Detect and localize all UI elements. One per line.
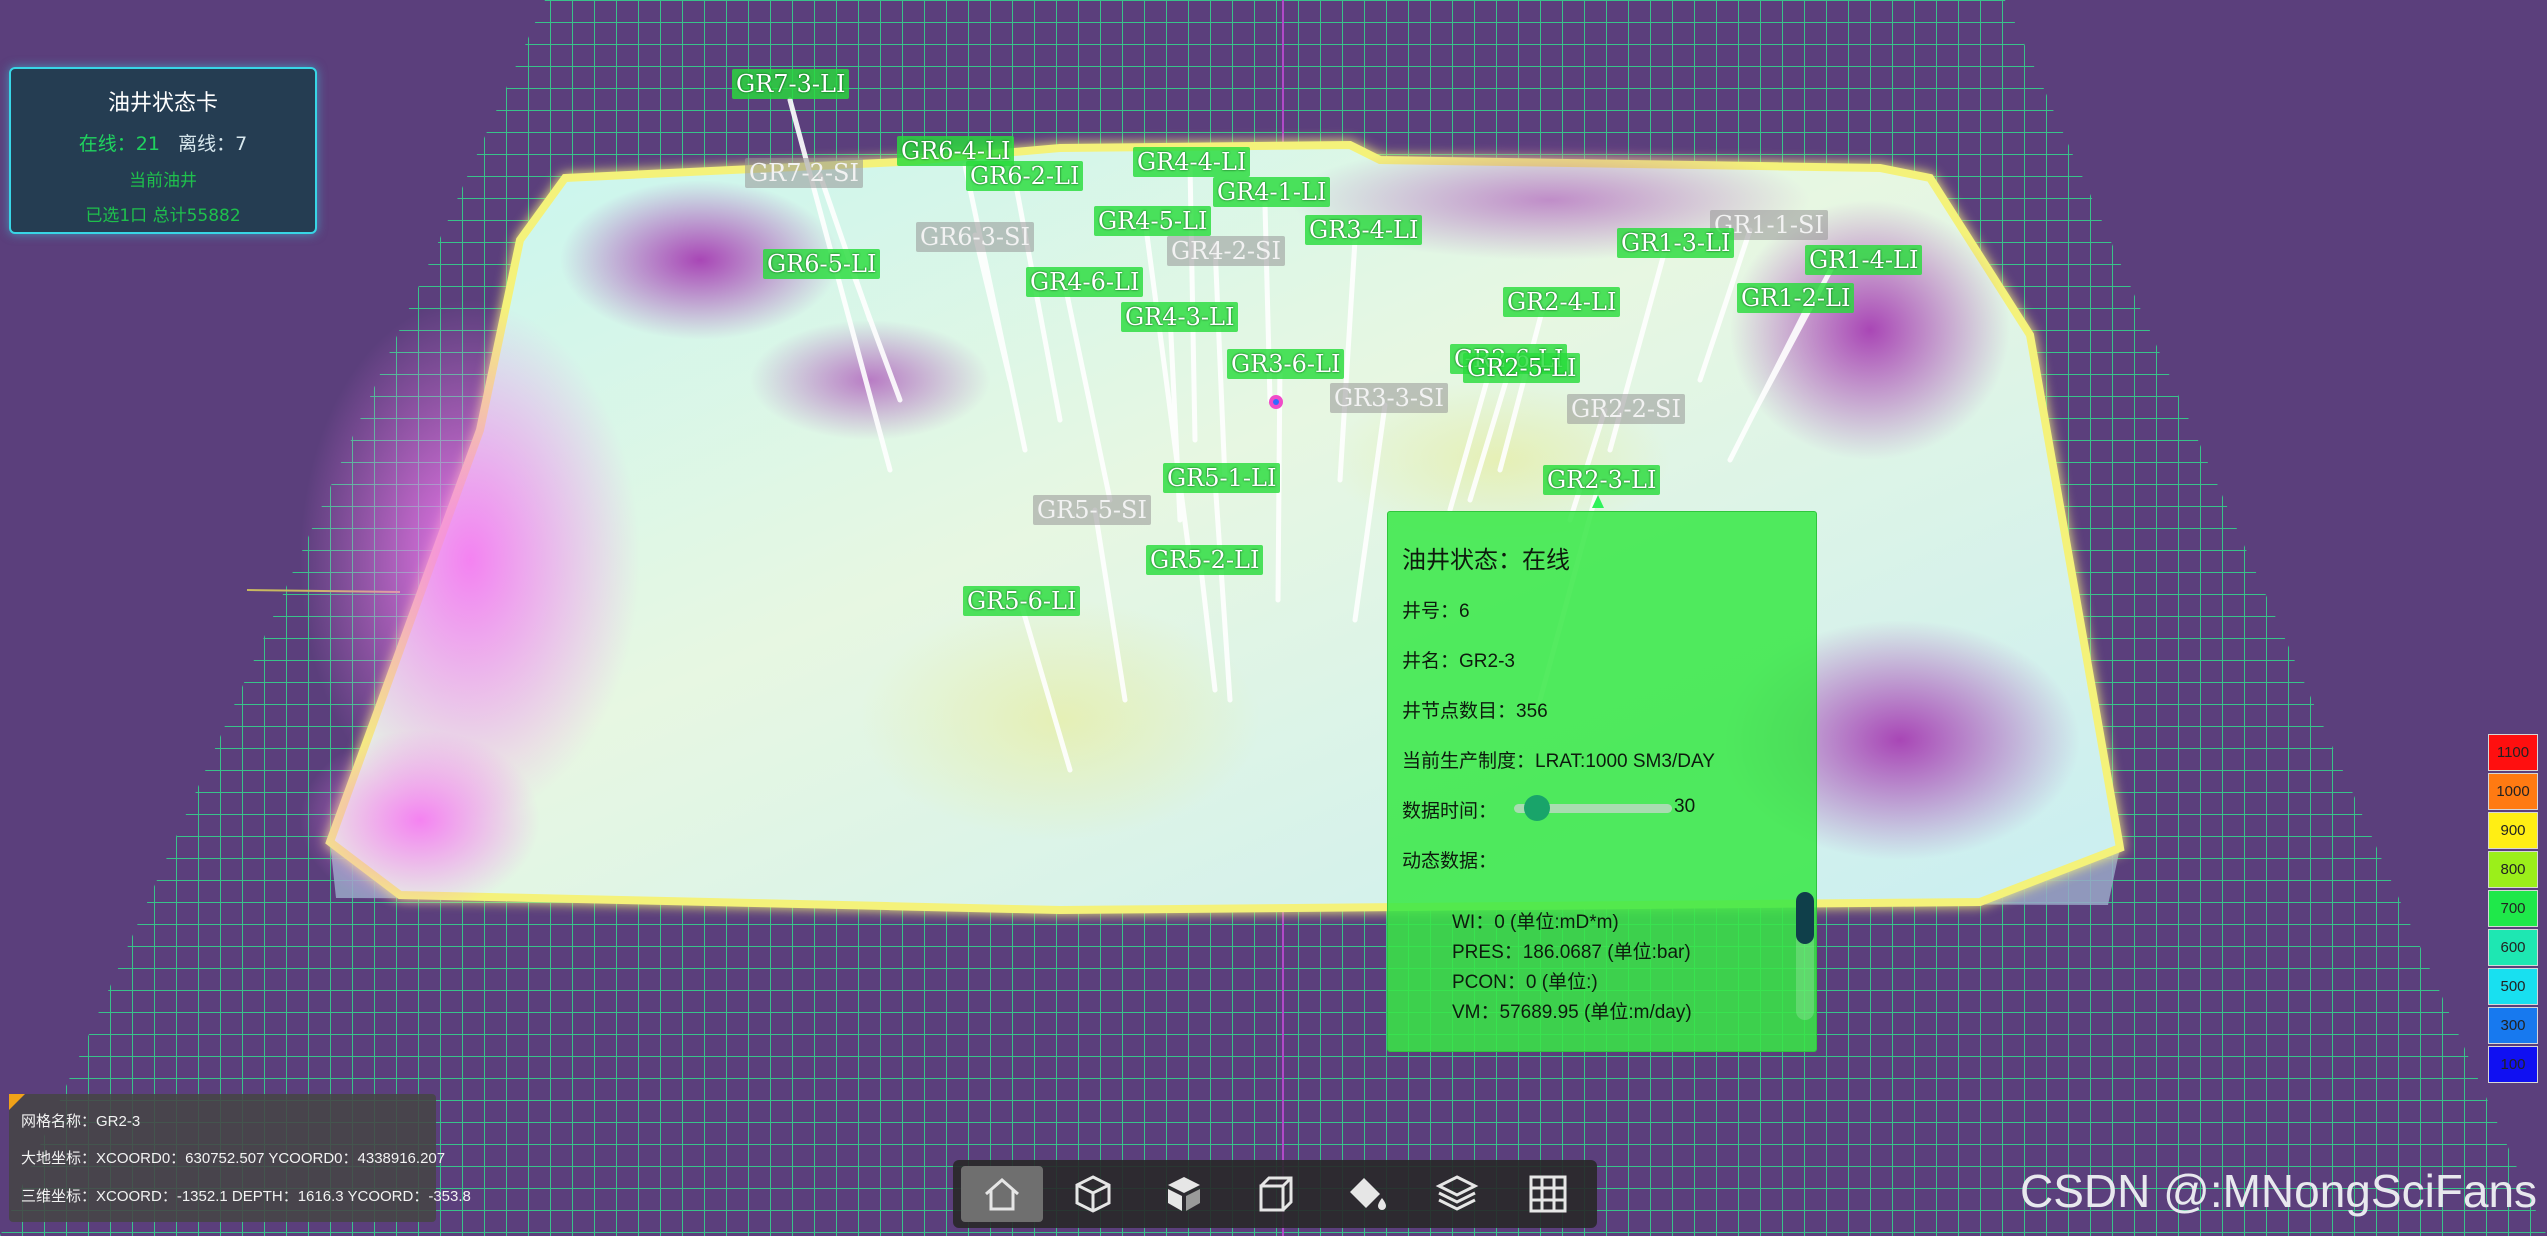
data-time-value: 30 — [1674, 796, 1696, 817]
well-label[interactable]: GR3-3-SI — [1330, 383, 1448, 413]
well-label[interactable]: GR5-2-LI — [1146, 545, 1264, 575]
well-label[interactable]: GR4-1-LI — [1213, 177, 1331, 207]
status-card-summary: 已选1口 总计55882 — [85, 206, 241, 226]
offline-count: 7 — [235, 133, 248, 155]
legend-swatch: 600 — [2488, 929, 2538, 966]
view-toolbar — [953, 1160, 1597, 1228]
cube-view-button[interactable] — [1052, 1166, 1134, 1222]
property-blot — [860, 600, 1260, 840]
well-number: 井号：6 — [1402, 601, 1470, 622]
legend-swatch: 900 — [2488, 812, 2538, 849]
well-info-popup: 油井状态：在线 井号：6 井名：GR2-3 井节点数目：356 当前生产制度：L… — [1387, 511, 1817, 1052]
data-time-slider[interactable] — [1514, 795, 1672, 821]
legend-swatch: 100 — [2488, 1046, 2538, 1083]
grid-icon — [1529, 1175, 1567, 1213]
well-label[interactable]: GR4-2-SI — [1167, 236, 1285, 266]
well-label[interactable]: GR4-6-LI — [1026, 267, 1144, 297]
legend-swatch: 500 — [2488, 968, 2538, 1005]
well-name: 井名：GR2-3 — [1402, 651, 1515, 672]
box-outline-view-button[interactable] — [1234, 1166, 1316, 1222]
well-label[interactable]: GR5-1-LI — [1163, 463, 1281, 493]
dynamic-data-scrollbar[interactable] — [1796, 892, 1814, 1020]
well-label[interactable]: GR1-4-LI — [1805, 245, 1923, 275]
data-time-label: 数据时间： — [1402, 801, 1498, 822]
well-label[interactable]: GR1-3-LI — [1617, 228, 1735, 258]
panel-corner-marker — [9, 1094, 25, 1110]
color-fill-button[interactable] — [1325, 1166, 1407, 1222]
legend-swatch: 1000 — [2488, 773, 2538, 810]
well-label[interactable]: GR2-5-LI — [1463, 353, 1581, 383]
dynamic-data-item: VM：57689.95 (单位:m/day) — [1452, 1002, 1692, 1023]
home-icon — [985, 1178, 1019, 1211]
xyz-coordinates: 三维坐标：XCOORD：-1352.1 DEPTH：1616.3 YCOORD：… — [21, 1188, 471, 1205]
offline-label: 离线： — [178, 133, 236, 155]
dynamic-data-item: WI：0 (单位:mD*m) — [1452, 912, 1619, 933]
well-label[interactable]: GR7-3-LI — [732, 69, 850, 99]
cube-icon — [1075, 1175, 1111, 1213]
property-blot — [300, 730, 540, 910]
well-label[interactable]: GR2-2-SI — [1567, 394, 1685, 424]
layers-button[interactable] — [1416, 1166, 1498, 1222]
production-regime: 当前生产制度：LRAT:1000 SM3/DAY — [1402, 751, 1715, 772]
well-label[interactable]: GR6-5-LI — [763, 249, 881, 279]
paint-bucket-icon — [1350, 1178, 1386, 1210]
well-label[interactable]: GR2-3-LI — [1543, 465, 1661, 495]
well-label[interactable]: GR1-2-LI — [1737, 283, 1855, 313]
well-node-count: 井节点数目：356 — [1402, 701, 1548, 722]
online-count: 21 — [135, 133, 160, 155]
legend-swatch: 800 — [2488, 851, 2538, 888]
home-view-button[interactable] — [961, 1166, 1043, 1222]
color-legend: 1100 1000 900 800 700 600 500 300 100 — [2488, 734, 2538, 1085]
legend-swatch: 300 — [2488, 1007, 2538, 1044]
dynamic-data-item: PRES：186.0687 (单位:bar) — [1452, 942, 1691, 963]
box-outline-icon — [1259, 1176, 1293, 1212]
isometric-view-button[interactable] — [1143, 1166, 1225, 1222]
well-label[interactable]: GR5-5-SI — [1033, 495, 1151, 525]
grid-info-panel: 网格名称：GR2-3 大地坐标：XCOORD0：630752.507 YCOOR… — [9, 1094, 471, 1222]
grid-toggle-button[interactable] — [1507, 1166, 1589, 1222]
well-label[interactable]: GR4-3-LI — [1121, 302, 1239, 332]
status-card-current: 当前油井 — [129, 171, 197, 191]
well-label[interactable]: GR5-6-LI — [963, 586, 1081, 616]
property-blot — [750, 320, 990, 440]
well-label[interactable]: GR2-4-LI — [1503, 287, 1621, 317]
oil-well-status-card: 油井状态卡 在线：21 离线：7 当前油井 已选1口 总计55882 — [9, 67, 317, 234]
well-label[interactable]: GR6-2-LI — [966, 161, 1084, 191]
well-label[interactable]: GR3-4-LI — [1305, 215, 1423, 245]
well-status-title: 油井状态：在线 — [1402, 547, 1570, 574]
isometric-view-icon — [1168, 1177, 1200, 1211]
online-label: 在线： — [78, 133, 136, 155]
well-label[interactable]: GR4-5-LI — [1094, 206, 1212, 236]
geo-coordinates: 大地坐标：XCOORD0：630752.507 YCOORD0：4338916.… — [21, 1150, 446, 1167]
well-label[interactable]: GR4-4-LI — [1133, 147, 1251, 177]
grid-name: 网格名称：GR2-3 — [21, 1113, 141, 1130]
watermark: CSDN @:MNongSciFans — [2020, 1165, 2538, 1217]
camera-marker-inner — [1273, 399, 1279, 405]
well-label[interactable]: GR6-3-SI — [916, 222, 1034, 252]
status-card-counts: 在线：21 离线：7 — [11, 129, 315, 156]
legend-swatch: 700 — [2488, 890, 2538, 927]
slider-thumb[interactable] — [1524, 795, 1551, 821]
status-card-title: 油井状态卡 — [107, 91, 218, 116]
scrollbar-thumb[interactable] — [1796, 892, 1814, 944]
well-label[interactable]: GR3-6-LI — [1227, 349, 1345, 379]
dynamic-data-list[interactable]: WI：0 (单位:mD*m) PRES：186.0687 (单位:bar) PC… — [1402, 895, 1807, 1030]
legend-swatch: 1100 — [2488, 734, 2538, 771]
dynamic-data-label: 动态数据： — [1402, 851, 1498, 872]
layers-icon — [1435, 1175, 1479, 1211]
well-label[interactable]: GR7-2-SI — [745, 158, 863, 188]
dynamic-data-item: PCON：0 (单位:) — [1452, 972, 1598, 993]
